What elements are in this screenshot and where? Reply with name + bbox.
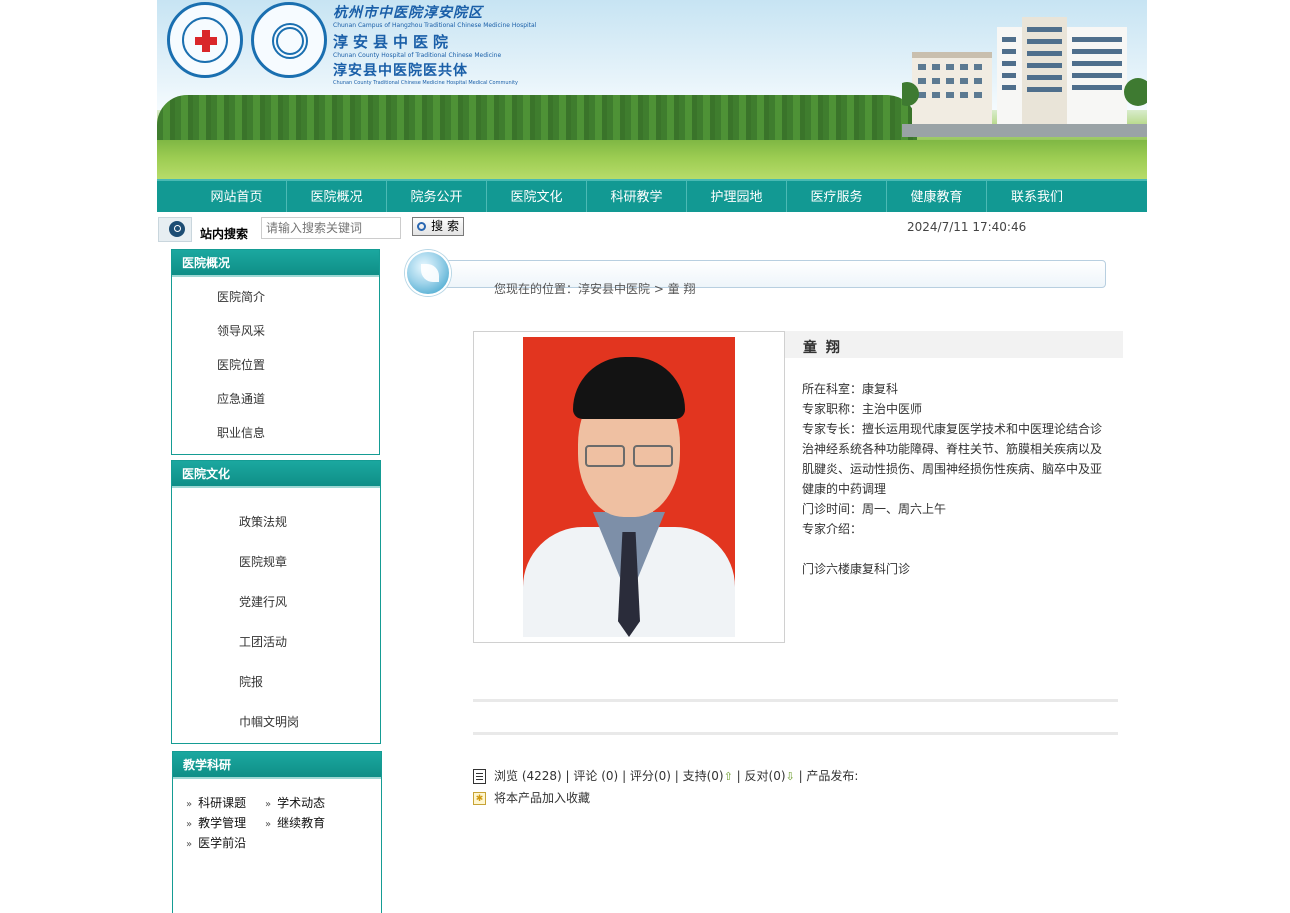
doctor-department: 所在科室：康复科 (802, 382, 899, 396)
hospital-logo-right (251, 2, 327, 78)
double-chevron-icon: » (186, 799, 193, 810)
hospital-building-image (902, 17, 1147, 137)
sidebar-item-continuing-education[interactable]: » 继续教育 (265, 814, 325, 831)
sidebar-item-leadership[interactable]: 领导风采 (217, 322, 265, 339)
main-nav: 网站首页 医院概况 院务公开 医院文化 科研教学 护理园地 医疗服务 健康教育 … (157, 179, 1147, 212)
leaf-orb-icon (405, 250, 451, 296)
sidebar-hospital-culture-title: 医院文化 (172, 461, 380, 488)
sidebar-item-party-building[interactable]: 党建行风 (239, 593, 287, 610)
banner-line-3: 淳安县中医院 (333, 33, 454, 51)
sidebar-item-career-info[interactable]: 职业信息 (217, 424, 265, 441)
doctor-specialty: 专家专长：擅长运用现代康复医学技术和中医理论结合诊治神经系统各种功能障碍、脊柱关… (802, 422, 1103, 496)
doctor-clinic-hours: 门诊时间：周一、周六上午 (802, 502, 947, 516)
sidebar-item-hospital-intro[interactable]: 医院简介 (217, 288, 265, 305)
sidebar-item-teaching-management[interactable]: » 教学管理 (186, 814, 246, 831)
doctor-photo (523, 337, 735, 637)
view-count: 浏览 (4228) (494, 769, 562, 783)
favorite-star-icon: ✱ (473, 792, 486, 805)
banner-grass (157, 140, 1147, 179)
header-banner: 杭州市中医院淳安院区 Chunan Campus of Hangzhou Tra… (157, 0, 1147, 179)
banner-hospital-name: 杭州市中医院淳安院区 Chunan Campus of Hangzhou Tra… (333, 2, 536, 86)
search-icon (158, 217, 192, 242)
banner-line-5: 淳安县中医院医共体 (333, 63, 468, 79)
article-stats: 浏览 (4228) | 评论 (0) | 评分(0) | 支持(0)⇧ | 反对… (473, 767, 858, 784)
doctor-intro-label: 专家介绍： (802, 522, 863, 536)
sidebar-item-hospital-location[interactable]: 医院位置 (217, 356, 265, 373)
sidebar-item-women-post[interactable]: 巾帼文明岗 (239, 713, 299, 730)
rating-count: 评分(0) (629, 769, 671, 783)
nav-hospital-affairs[interactable]: 院务公开 (387, 181, 487, 212)
double-chevron-icon: » (265, 799, 272, 810)
search-button-icon (417, 222, 426, 231)
doctor-photo-frame (473, 331, 785, 643)
publish-label: 产品发布: (806, 769, 859, 783)
doctor-name: 童 翔 (803, 340, 842, 356)
sidebar-hospital-culture: 医院文化 政策法规 医院规章 党建行风 工团活动 院报 巾帼文明岗 (171, 460, 381, 744)
banner-line-2: Chunan Campus of Hangzhou Traditional Ch… (333, 22, 537, 29)
doctor-name-bar: 童 翔 (785, 331, 1123, 358)
double-chevron-icon: » (186, 819, 193, 830)
nav-home[interactable]: 网站首页 (187, 181, 287, 212)
double-chevron-icon: » (186, 839, 193, 850)
nav-hospital-culture[interactable]: 医院文化 (487, 181, 587, 212)
breadcrumb: 您现在的位置：淳安县中医院 > 童 翔 (405, 250, 1106, 297)
swirl-emblem-icon (272, 23, 308, 59)
sidebar-teaching-research: 教学科研 » 科研课题 » 学术动态 » 教学管理 » 继续教育 » 医学前沿 (172, 751, 382, 913)
search-input[interactable] (261, 217, 401, 239)
banner-line-6: Chunan County Traditional Chinese Medici… (333, 80, 519, 86)
current-datetime: 2024/7/11 17:40:46 (907, 220, 1027, 234)
sidebar-hospital-overview: 医院概况 医院简介 领导风采 医院位置 应急通道 职业信息 (171, 249, 380, 455)
nav-health-education[interactable]: 健康教育 (887, 181, 987, 212)
sidebar-item-research-topics[interactable]: » 科研课题 (186, 794, 246, 811)
divider (473, 699, 1118, 702)
site-search-bar: 站内搜索 搜 索 2024/7/11 17:40:46 (158, 216, 1147, 242)
nav-hospital-overview[interactable]: 医院概况 (287, 181, 387, 212)
document-icon (473, 769, 486, 784)
nav-medical-service[interactable]: 医疗服务 (787, 181, 887, 212)
hospital-logo-left (167, 2, 243, 78)
nav-research-teaching[interactable]: 科研教学 (587, 181, 687, 212)
sidebar-item-emergency-channel[interactable]: 应急通道 (217, 390, 265, 407)
banner-line-4: Chunan County Hospital of Traditional Ch… (333, 52, 502, 59)
sidebar-item-union-activities[interactable]: 工团活动 (239, 633, 287, 650)
doctor-clinic-location: 门诊六楼康复科门诊 (802, 562, 911, 576)
doctor-info: 所在科室：康复科 专家职称：主治中医师 专家专长：擅长运用现代康复医学技术和中医… (802, 379, 1107, 579)
nav-contact-us[interactable]: 联系我们 (987, 181, 1087, 212)
add-favorite[interactable]: ✱ 将本产品加入收藏 (473, 789, 590, 806)
double-chevron-icon: » (265, 819, 272, 830)
breadcrumb-text: 您现在的位置：淳安县中医院 > 童 翔 (494, 282, 696, 296)
sidebar-item-medical-frontier[interactable]: » 医学前沿 (186, 834, 246, 851)
search-button[interactable]: 搜 索 (412, 217, 464, 236)
search-button-label: 搜 索 (431, 219, 459, 233)
doctor-title: 专家职称：主治中医师 (802, 402, 923, 416)
divider (473, 732, 1118, 735)
sidebar-item-hospital-newspaper[interactable]: 院报 (239, 673, 263, 690)
nav-nursing[interactable]: 护理园地 (687, 181, 787, 212)
red-cross-icon (195, 30, 217, 52)
sidebar-item-policies[interactable]: 政策法规 (239, 513, 287, 530)
thumb-up-arrow-icon[interactable]: ⇧ (724, 770, 733, 783)
sidebar-item-regulations[interactable]: 医院规章 (239, 553, 287, 570)
oppose-link[interactable]: 反对(0) (745, 769, 786, 783)
comment-link[interactable]: 评论 (0) (573, 769, 618, 783)
sidebar-item-academic-news[interactable]: » 学术动态 (265, 794, 325, 811)
add-favorite-label: 将本产品加入收藏 (494, 791, 591, 805)
site-search-label: 站内搜索 (200, 227, 249, 241)
thumb-down-arrow-icon[interactable]: ⇩ (786, 770, 795, 783)
sidebar-teaching-research-title: 教学科研 (173, 752, 381, 779)
support-link[interactable]: 支持(0) (683, 769, 724, 783)
banner-line-1: 杭州市中医院淳安院区 (333, 5, 483, 21)
sidebar-hospital-overview-title: 医院概况 (172, 250, 379, 277)
